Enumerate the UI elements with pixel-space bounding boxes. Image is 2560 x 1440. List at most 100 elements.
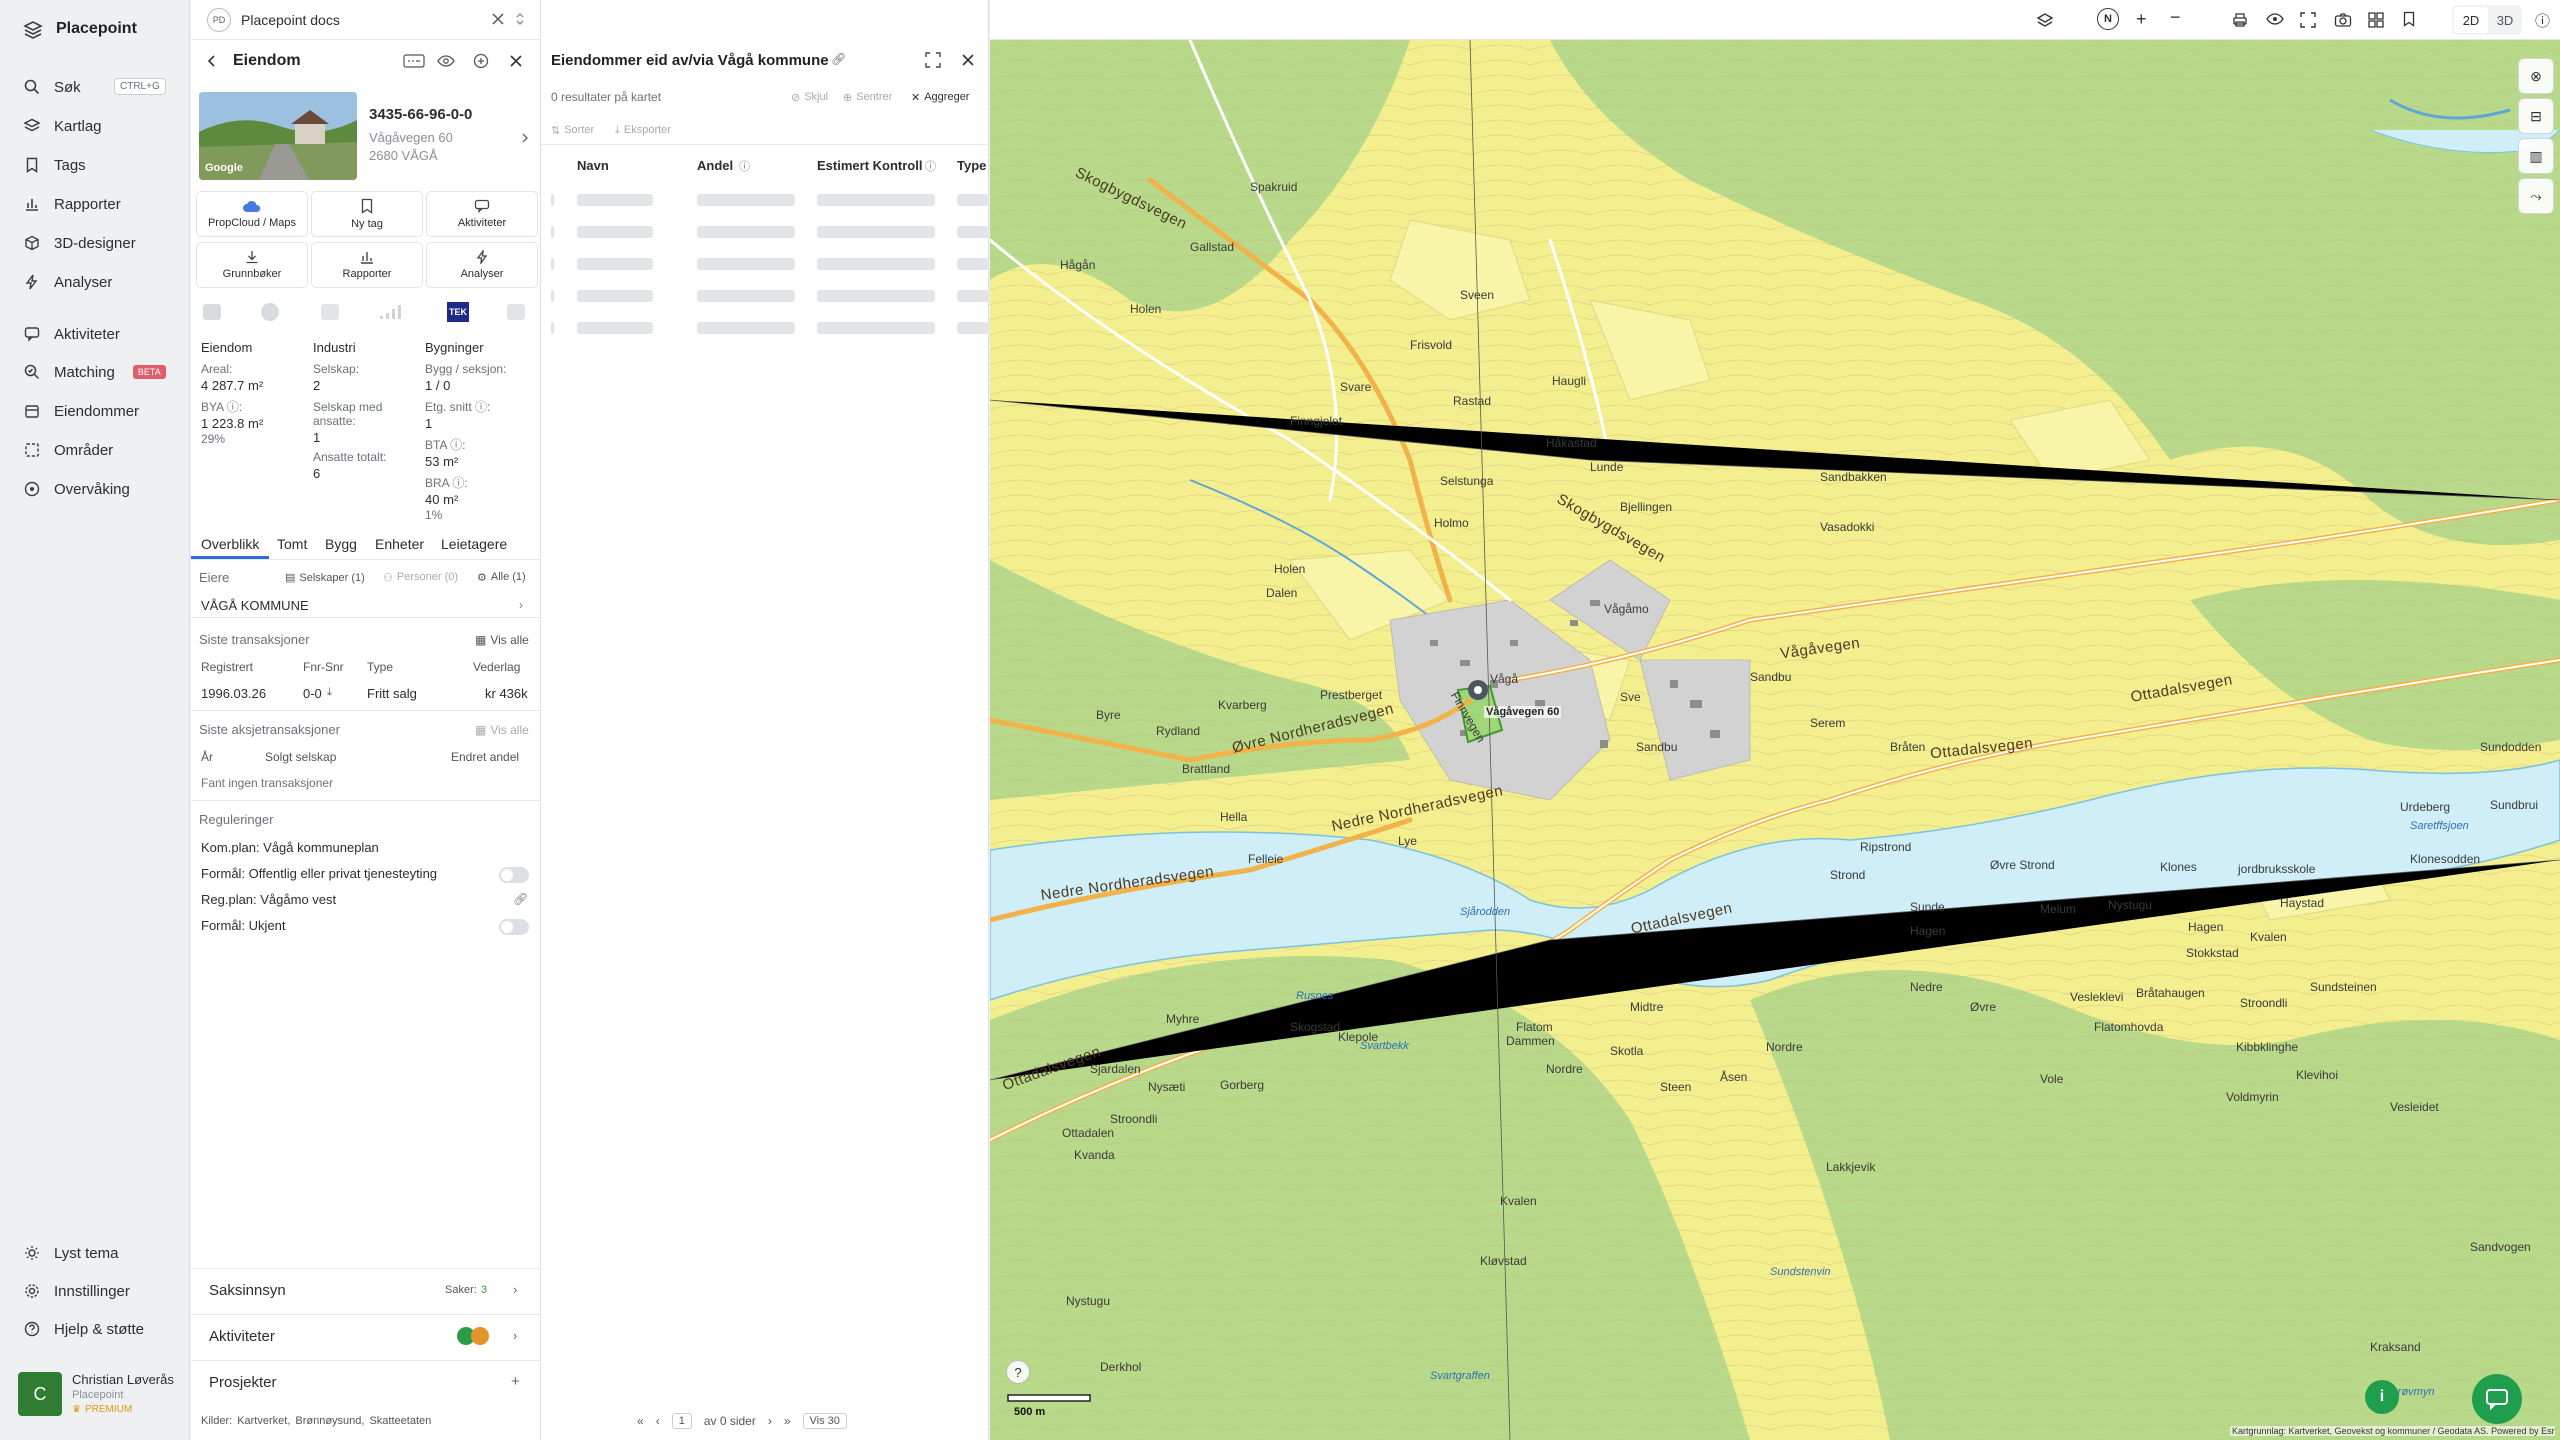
eye-icon[interactable] bbox=[2266, 12, 2284, 26]
sidebar-item-theme[interactable]: Lyst tema bbox=[24, 1239, 184, 1267]
tab-overblikk[interactable]: Overblikk bbox=[201, 536, 259, 552]
bookmark-icon[interactable] bbox=[2402, 11, 2416, 27]
close-icon[interactable] bbox=[491, 12, 505, 26]
info-icon[interactable]: ⓘ bbox=[739, 158, 750, 174]
street-view-thumbnail[interactable]: Google bbox=[199, 92, 357, 180]
sidebar-item-help[interactable]: Hjelp & støtte bbox=[24, 1315, 184, 1343]
zoom-out-icon[interactable]: − bbox=[2170, 7, 2181, 28]
zoom-in-icon[interactable]: + bbox=[2136, 9, 2147, 30]
tx-fnr[interactable]: 0-0 bbox=[303, 686, 322, 701]
grunnboker-button[interactable]: Grunnbøker bbox=[196, 242, 308, 288]
help-icon[interactable]: ? bbox=[1006, 1360, 1030, 1384]
tab-bygg[interactable]: Bygg bbox=[325, 536, 357, 552]
column-header-andel[interactable]: Andel bbox=[697, 158, 733, 173]
print-icon[interactable] bbox=[2232, 12, 2248, 28]
center-button[interactable]: ⊕ Sentrer bbox=[843, 91, 892, 104]
toggle-switch[interactable] bbox=[499, 867, 529, 883]
filter-all[interactable]: ⚙ Alle (1) bbox=[477, 571, 526, 584]
fullscreen-icon[interactable] bbox=[2300, 12, 2316, 28]
info-icon[interactable]: ⓘ bbox=[925, 158, 936, 174]
analyses-button[interactable]: Analyser bbox=[426, 242, 538, 288]
source-item[interactable]: Kartverket, bbox=[237, 1415, 290, 1427]
sidebar-item-aktiviteter[interactable]: Aktiviteter bbox=[24, 320, 184, 348]
expand-icon[interactable] bbox=[925, 52, 941, 68]
sidebar-item-eiendommer[interactable]: Eiendommer bbox=[24, 397, 184, 425]
owner-row[interactable]: VÅGÅ KOMMUNE › bbox=[191, 592, 541, 618]
chevron-right-icon[interactable] bbox=[521, 132, 529, 144]
tab-tomt[interactable]: Tomt bbox=[277, 536, 307, 552]
close-icon[interactable] bbox=[961, 53, 975, 67]
next-page-icon[interactable]: › bbox=[768, 1414, 772, 1428]
export-button[interactable]: ⤓ Eksporter bbox=[615, 124, 671, 137]
sidebar-item-analyser[interactable]: Analyser bbox=[24, 268, 184, 296]
close-panel-icon[interactable] bbox=[509, 54, 523, 68]
show-all-transactions[interactable]: ▦ Vis alle bbox=[475, 633, 529, 647]
tab-leietagere[interactable]: Leietagere bbox=[441, 536, 507, 552]
aggregate-button[interactable]: ✕ Aggreger bbox=[911, 91, 969, 104]
id-card-icon[interactable] bbox=[403, 54, 425, 68]
reports-button[interactable]: Rapporter bbox=[311, 242, 423, 288]
home-icon[interactable] bbox=[507, 304, 525, 320]
back-arrow-icon[interactable] bbox=[205, 54, 219, 68]
page-input[interactable]: 1 bbox=[671, 1413, 692, 1429]
eye-icon[interactable] bbox=[437, 53, 455, 69]
filter-companies[interactable]: ▤ Selskaper (1) bbox=[285, 571, 365, 585]
sidebar-item-rapporter[interactable]: Rapporter bbox=[24, 190, 184, 218]
toggle-switch[interactable] bbox=[499, 919, 529, 935]
map-tool-chart[interactable]: ▥ bbox=[2518, 138, 2554, 174]
activities-button[interactable]: Aktiviteter bbox=[426, 191, 538, 237]
tek-badge[interactable]: TEK bbox=[447, 302, 469, 322]
sidebar-item-matching[interactable]: Matching BETA bbox=[24, 358, 184, 386]
mode-3d-button[interactable]: 3D bbox=[2490, 7, 2520, 33]
map-canvas[interactable]: Skogbygdsvegen Skogbygdsvegen Vågåvegen … bbox=[990, 40, 2560, 1440]
prev-page-icon[interactable]: ‹ bbox=[656, 1414, 660, 1428]
column-header-navn[interactable]: Navn bbox=[577, 158, 609, 173]
mode-2d-button[interactable]: 2D bbox=[2454, 7, 2488, 33]
sidebar-item-omrader[interactable]: Områder bbox=[24, 436, 184, 464]
source-item[interactable]: Brønnøysund, bbox=[295, 1415, 364, 1427]
hide-button[interactable]: ⊘ Skjul bbox=[791, 91, 828, 104]
map-tool-draw[interactable]: ⊗ bbox=[2518, 58, 2554, 94]
sidebar-item-settings[interactable]: Innstillinger bbox=[24, 1277, 184, 1305]
chat-fab[interactable] bbox=[2472, 1374, 2522, 1424]
sidebar-item-3d-designer[interactable]: 3D-designer bbox=[24, 229, 184, 257]
camera-icon[interactable] bbox=[2334, 12, 2352, 28]
propcloud-button[interactable]: PropCloud / Maps bbox=[196, 191, 308, 237]
add-circle-icon[interactable] bbox=[473, 53, 489, 69]
sidebar-item-tags[interactable]: Tags bbox=[24, 151, 184, 179]
hand-icon[interactable] bbox=[321, 304, 339, 320]
new-tag-button[interactable]: Ny tag bbox=[311, 191, 423, 237]
info-fab[interactable]: i bbox=[2365, 1380, 2399, 1414]
last-page-icon[interactable]: » bbox=[784, 1414, 791, 1428]
workspace-title[interactable]: Placepoint docs bbox=[241, 12, 340, 28]
globe-icon[interactable] bbox=[261, 303, 279, 321]
workspace-chip[interactable]: PD bbox=[207, 7, 231, 32]
map-tool-route[interactable]: ⤳ bbox=[2518, 178, 2554, 214]
cadastre-icon[interactable] bbox=[203, 304, 221, 320]
sidebar-item-kartlag[interactable]: Kartlag bbox=[24, 112, 184, 140]
tab-enheter[interactable]: Enheter bbox=[375, 536, 424, 552]
brand[interactable]: Placepoint bbox=[22, 18, 137, 40]
link-icon[interactable]: 🔗︎ bbox=[831, 52, 846, 66]
accordion-aktiviteter[interactable]: Aktiviteter › bbox=[191, 1314, 541, 1358]
chevron-up-down-icon[interactable] bbox=[515, 11, 525, 27]
signal-bars-icon[interactable] bbox=[379, 304, 405, 320]
accordion-prosjekter[interactable]: Prosjekter + bbox=[191, 1360, 541, 1404]
layers-cloud-icon[interactable] bbox=[2036, 12, 2054, 28]
accordion-saksinnsyn[interactable]: Saksinnsyn Saker: 3 › bbox=[191, 1268, 541, 1312]
sort-button[interactable]: ⇅ Sorter bbox=[551, 124, 594, 137]
grid-icon[interactable] bbox=[2368, 12, 2384, 28]
first-page-icon[interactable]: « bbox=[637, 1414, 644, 1428]
info-icon[interactable]: ⓘ bbox=[2535, 10, 2550, 31]
show-all-share-tx[interactable]: ▦ Vis alle bbox=[475, 723, 529, 737]
column-header-kontroll[interactable]: Estimert Kontroll bbox=[817, 158, 922, 173]
source-item[interactable]: Skatteetaten bbox=[369, 1415, 431, 1427]
map-tool-measure[interactable]: ⊟ bbox=[2518, 98, 2554, 134]
compass-icon[interactable]: N bbox=[2097, 8, 2119, 30]
filter-persons[interactable]: ⚇ Personer (0) bbox=[383, 571, 458, 584]
column-header-type[interactable]: Type bbox=[957, 158, 986, 173]
user-profile[interactable]: C Christian Løverås Placepoint ♛ PREMIUM bbox=[18, 1372, 174, 1416]
per-page-select[interactable]: Vis 30 bbox=[802, 1413, 847, 1429]
download-icon[interactable]: ⤓ bbox=[327, 686, 332, 699]
link-icon[interactable]: 🔗︎ bbox=[513, 892, 528, 906]
